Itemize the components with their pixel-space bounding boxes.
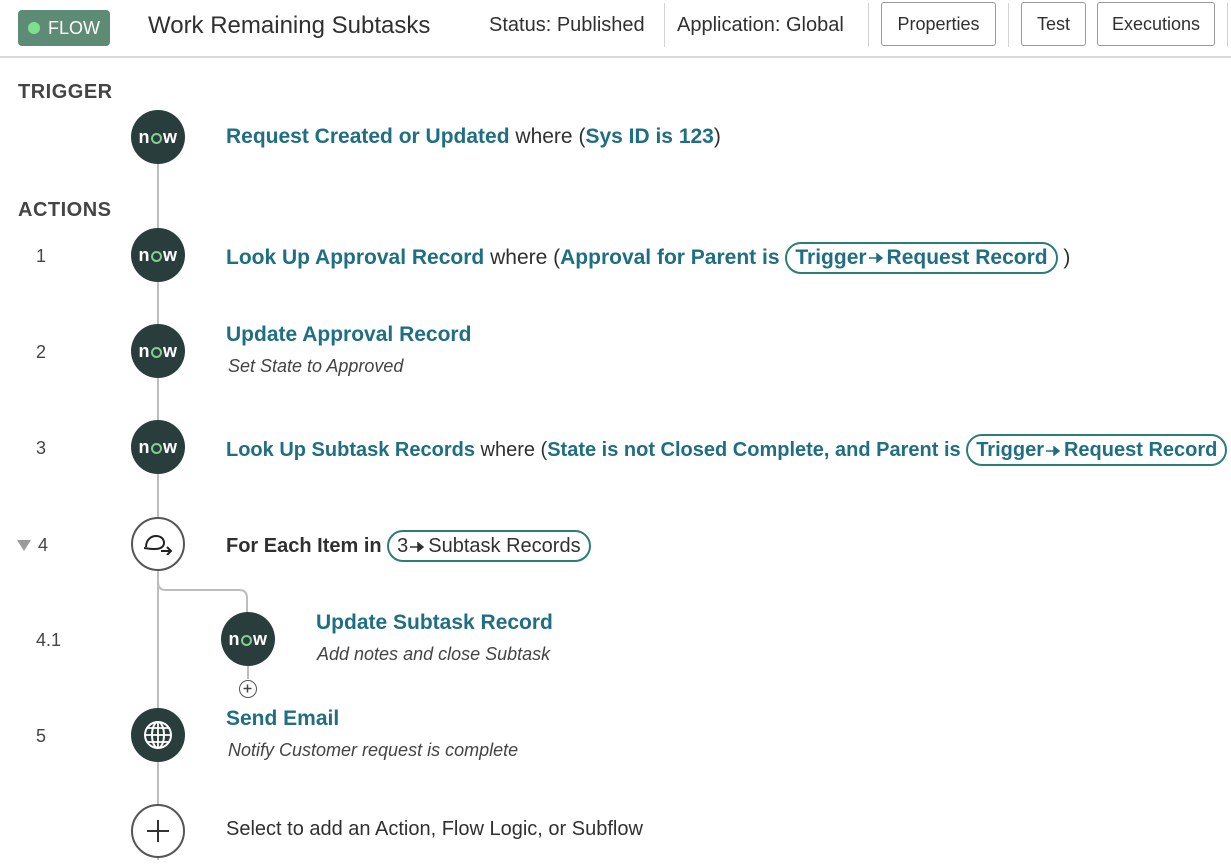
pill-field: Request Record — [1063, 439, 1218, 461]
pill-source: Trigger — [976, 439, 1044, 461]
collapse-caret-icon[interactable] — [17, 540, 31, 551]
flow-status: Status: Published — [489, 14, 645, 36]
logo-letter-n: n — [228, 628, 240, 649]
step-number: 2 — [36, 342, 47, 362]
step-4-1-row[interactable]: Update Subtask Record — [316, 611, 553, 635]
for-each-label: For Each Item in — [226, 535, 382, 557]
data-pill[interactable]: 3 Subtask Records — [387, 530, 591, 562]
logo-letter-o — [150, 250, 162, 262]
step-1-row[interactable]: Look Up Approval Record where (Approval … — [226, 242, 1070, 274]
step-4-1-name[interactable]: Update Subtask Record — [316, 611, 553, 634]
servicenow-logo-icon: nw — [131, 420, 185, 474]
where-text: where — [515, 125, 573, 148]
step-3-row[interactable]: Look Up Subtask Records where (State is … — [226, 434, 1231, 466]
logo-letter-n: n — [138, 244, 150, 265]
trigger-section-label: TRIGGER — [18, 81, 113, 103]
trigger-condition[interactable]: Sys ID is 123 — [585, 125, 713, 148]
pill-field: Request Record — [886, 246, 1048, 269]
step-4-1-description: Add notes and close Subtask — [317, 644, 551, 664]
step-number: 4 — [38, 535, 49, 555]
logo-letter-w: w — [162, 244, 178, 265]
step-1-name[interactable]: Look Up Approval Record — [226, 246, 484, 269]
step-number: 5 — [36, 726, 47, 746]
where-text: where — [480, 439, 535, 461]
pill-source: 3 — [397, 535, 409, 557]
step-3-name[interactable]: Look Up Subtask Records — [226, 439, 475, 461]
arrow-right-icon — [410, 541, 425, 552]
logo-letter-o — [150, 442, 162, 454]
data-pill[interactable]: Trigger Request Record — [785, 242, 1058, 274]
logo-letter-w: w — [162, 340, 178, 361]
test-button[interactable]: Test — [1021, 2, 1086, 46]
branch-line — [247, 665, 249, 679]
flow-header: FLOW Work Remaining Subtasks Status: Pub… — [0, 0, 1231, 58]
logo-letter-o — [150, 132, 162, 144]
pill-field: Subtask Records — [428, 535, 581, 557]
arrow-right-icon — [1045, 445, 1061, 456]
data-pill[interactable]: Trigger Request Record — [966, 434, 1228, 466]
step-2-description: Set State to Approved — [228, 356, 404, 376]
logo-letter-w: w — [162, 126, 178, 147]
servicenow-logo-icon: nw — [131, 110, 185, 164]
servicenow-logo-icon: nw — [131, 324, 185, 378]
pill-source: Trigger — [795, 246, 867, 269]
header-divider — [868, 3, 869, 47]
actions-section-label: ACTIONS — [18, 199, 112, 221]
servicenow-logo-icon: nw — [221, 612, 275, 666]
add-step-plus-icon[interactable] — [131, 804, 185, 858]
trigger-row[interactable]: Request Created or Updated where (Sys ID… — [226, 125, 721, 149]
flow-badge-label: FLOW — [48, 17, 100, 38]
logo-letter-o — [150, 346, 162, 358]
arrow-right-icon — [868, 253, 883, 264]
step-5-name[interactable]: Send Email — [226, 707, 339, 730]
flow-application: Application: Global — [677, 14, 844, 36]
where-text: where — [490, 246, 548, 269]
logo-letter-n: n — [138, 436, 150, 457]
step-3-condition[interactable]: State is not Closed Complete, and Parent… — [547, 439, 960, 461]
logo-letter-o — [240, 634, 252, 646]
trigger-name[interactable]: Request Created or Updated — [226, 125, 510, 148]
step-2-row[interactable]: Update Approval Record — [226, 323, 471, 347]
step-number: 3 — [36, 438, 47, 458]
step-number: 1 — [36, 246, 47, 266]
properties-button[interactable]: Properties — [881, 2, 996, 46]
active-dot-icon — [28, 22, 40, 34]
step-5-description: Notify Customer request is complete — [228, 740, 519, 760]
logo-letter-n: n — [138, 126, 150, 147]
flow-title: Work Remaining Subtasks — [148, 12, 431, 39]
add-step-prompt[interactable]: Select to add an Action, Flow Logic, or … — [226, 818, 643, 841]
logo-letter-n: n — [138, 340, 150, 361]
step-number: 4.1 — [36, 630, 62, 650]
header-divider — [664, 3, 665, 47]
flow-status-badge: FLOW — [18, 10, 110, 46]
header-divider — [1227, 3, 1228, 47]
step-2-name[interactable]: Update Approval Record — [226, 323, 471, 346]
branch-connector — [157, 560, 248, 615]
executions-button[interactable]: Executions — [1097, 2, 1215, 46]
step-1-condition[interactable]: Approval for Parent is — [560, 246, 779, 269]
logo-letter-w: w — [252, 628, 268, 649]
step-4-row[interactable]: For Each Item in 3 Subtask Records — [226, 530, 591, 562]
loop-icon — [131, 517, 185, 571]
logo-letter-w: w — [162, 436, 178, 457]
for-each-loop-icon — [143, 534, 173, 555]
header-divider — [1008, 3, 1009, 47]
globe-icon — [131, 708, 185, 762]
globe-glyph — [144, 721, 172, 749]
servicenow-logo-icon: nw — [131, 228, 185, 282]
step-5-row[interactable]: Send Email — [226, 707, 339, 731]
add-inner-step-plus-icon[interactable] — [239, 680, 257, 698]
